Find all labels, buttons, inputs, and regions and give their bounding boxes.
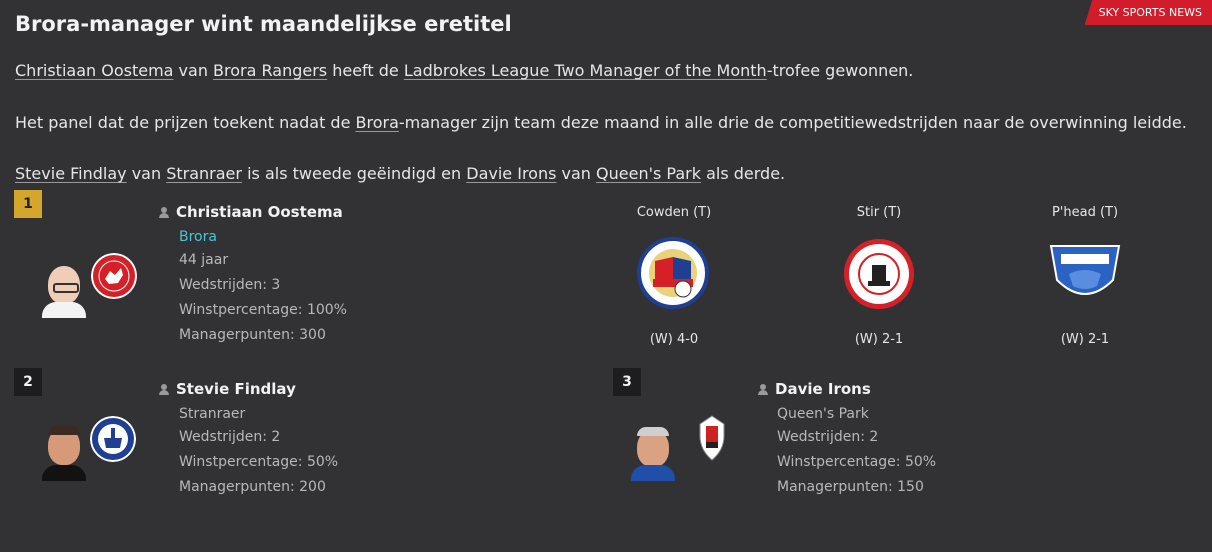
text: van (556, 164, 597, 183)
manager-face-findlay (40, 425, 88, 481)
manager-face-oostema (40, 262, 88, 318)
text: van (173, 61, 214, 80)
news-paragraph-2: Het panel dat de prijzen toekent nadat d… (15, 113, 1187, 132)
rank-badge-1: 1 (14, 190, 42, 218)
opponent-label-stirling: Stir (T) (856, 205, 902, 220)
manager-win-pct: Winstpercentage: 50% (179, 454, 339, 470)
text: heeft de (327, 61, 404, 80)
text: van (126, 164, 167, 183)
manager-face-irons (629, 425, 677, 481)
person-icon (159, 207, 169, 218)
club-link-brora-card[interactable]: Brora (179, 229, 217, 245)
manager-name-irons[interactable]: Davie Irons (758, 380, 871, 398)
person-icon (159, 384, 169, 395)
result-score-stirling: (W) 2-1 (854, 332, 904, 347)
brora-rangers-crest-icon (91, 253, 137, 299)
opponent-label-peterhead: P'head (T) (1051, 205, 1119, 220)
text: Het panel dat de prijzen toekent nadat d… (15, 113, 356, 132)
manager-matches: Wedstrijden: 2 (179, 429, 281, 445)
manager-link-irons[interactable]: Davie Irons (466, 164, 556, 183)
club-link-queens-park[interactable]: Queen's Park (596, 164, 701, 183)
news-paragraph-3: Stevie Findlay van Stranraer is als twee… (15, 164, 785, 183)
club-link-brora[interactable]: Brora (356, 113, 399, 132)
person-icon (758, 384, 768, 395)
manager-points: Managerpunten: 200 (179, 479, 326, 495)
stirling-albion-crest-icon[interactable] (842, 237, 916, 311)
manager-matches: Wedstrijden: 3 (179, 277, 281, 293)
sky-sports-news-badge: SKY SPORTS NEWS (1084, 0, 1212, 25)
manager-name-findlay[interactable]: Stevie Findlay (159, 380, 296, 398)
club-link-stranraer[interactable]: Stranraer (166, 164, 242, 183)
manager-win-pct: Winstpercentage: 100% (179, 302, 347, 318)
manager-name-oostema[interactable]: Christiaan Oostema (159, 203, 343, 221)
club-link-brora-rangers[interactable]: Brora Rangers (213, 61, 327, 80)
manager-matches: Wedstrijden: 2 (777, 429, 879, 445)
peterhead-crest-icon[interactable] (1047, 240, 1123, 310)
manager-club: Stranraer (179, 406, 246, 422)
opponent-label-cowden: Cowden (T) (636, 205, 712, 220)
text: als derde. (701, 164, 786, 183)
manager-win-pct: Winstpercentage: 50% (777, 454, 937, 470)
manager-age: 44 jaar (179, 252, 229, 268)
manager-points: Managerpunten: 150 (777, 479, 924, 495)
manager-link-findlay[interactable]: Stevie Findlay (15, 164, 127, 183)
manager-points: Managerpunten: 300 (179, 327, 326, 343)
result-score-cowden: (W) 4-0 (649, 332, 699, 347)
rank-badge-3: 3 (613, 368, 641, 396)
text: -manager zijn team deze maand in alle dr… (398, 113, 1187, 132)
rank-badge-2: 2 (14, 368, 42, 396)
result-score-peterhead: (W) 2-1 (1060, 332, 1110, 347)
text: -trofee gewonnen. (766, 61, 914, 80)
news-headline: Brora-manager wint maandelijkse eretitel (15, 12, 512, 36)
cowdenbeath-crest-icon[interactable] (637, 235, 709, 313)
stranraer-crest-icon (90, 416, 136, 462)
award-link[interactable]: Ladbrokes League Two Manager of the Mont… (404, 61, 767, 80)
manager-club: Queen's Park (777, 406, 869, 422)
manager-link-oostema[interactable]: Christiaan Oostema (15, 61, 173, 80)
queens-park-crest-icon (699, 415, 725, 461)
news-paragraph-1: Christiaan Oostema van Brora Rangers hee… (15, 61, 913, 80)
text: is als tweede geëindigd en (241, 164, 467, 183)
